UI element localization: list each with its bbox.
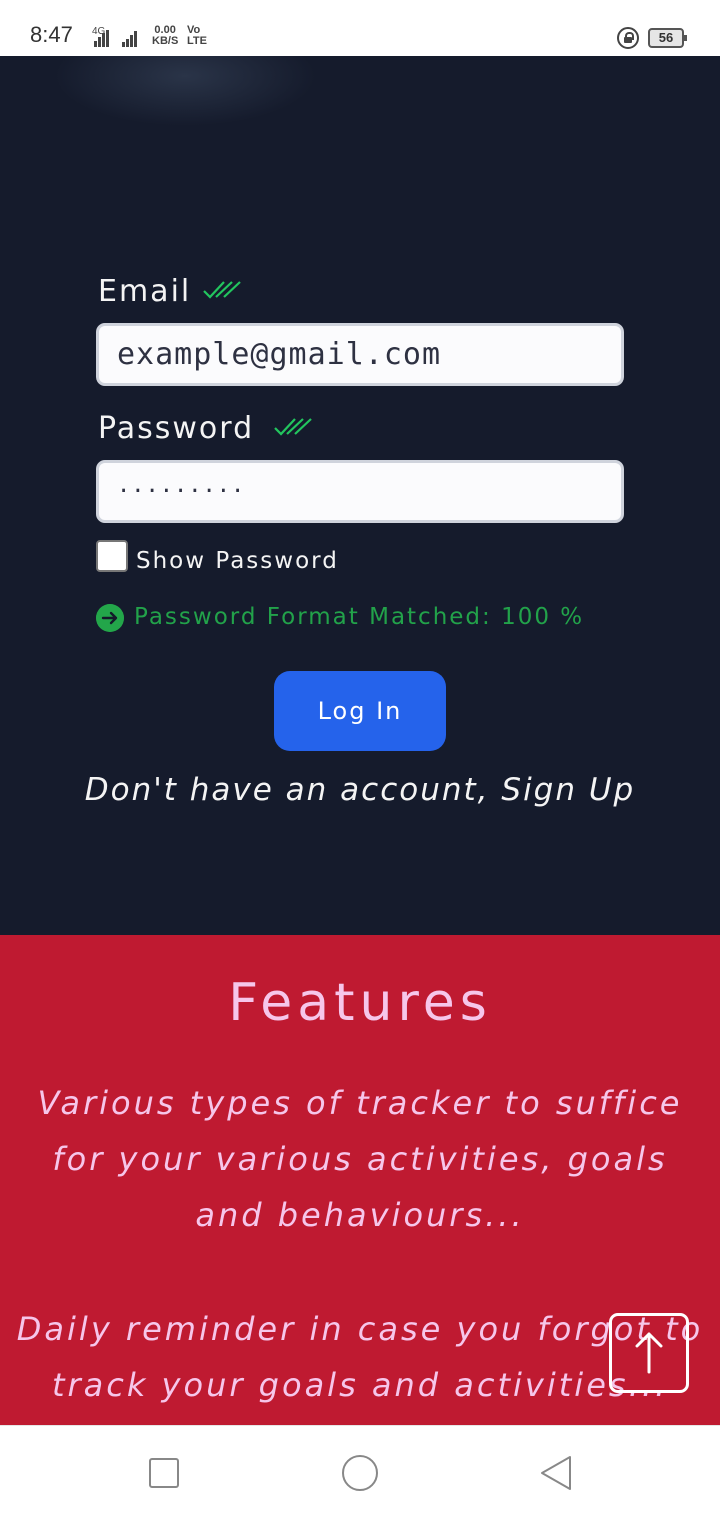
show-password-label[interactable]: Show Password [136,548,339,574]
arrow-up-icon [635,1332,663,1374]
scroll-to-top-button[interactable] [609,1313,689,1393]
volte-bottom: LTE [187,35,207,47]
feature-item-trackers: Various types of tracker to suffice for … [37,1084,683,1234]
password-valid-check-icon [274,418,312,436]
password-input[interactable]: ········· [96,460,624,523]
rotation-lock-icon [617,27,639,49]
features-title: Features [228,973,492,1033]
signal-icon [94,28,110,47]
data-speed: 0.00 KB/S [152,25,178,47]
email-label: Email [98,274,192,309]
battery-icon: 56 [648,28,687,48]
recent-apps-square-icon[interactable] [149,1458,179,1488]
back-triangle-icon[interactable] [538,1454,574,1492]
signal-icon-2 [122,28,138,47]
password-format-status: Password Format Matched: 100 % [134,604,585,630]
features-section: Features Various types of tracker to suf… [0,935,720,1425]
home-circle-icon[interactable] [342,1455,378,1491]
signup-link[interactable]: Don't have an account, Sign Up [0,772,720,808]
volte-indicator: Vo LTE [187,25,207,47]
password-label: Password [98,411,255,446]
login-section: Email example@gmail.com Password ·······… [0,56,720,935]
arrow-right-circle-icon [96,604,124,632]
show-password-checkbox[interactable] [96,540,128,572]
data-speed-unit: KB/S [152,35,179,47]
login-button[interactable]: Log In [274,671,446,751]
status-time: 8:47 [30,22,73,47]
email-valid-check-icon [203,281,241,299]
email-input[interactable]: example@gmail.com [96,323,624,386]
status-bar: 8:47 4G 0.00 KB/S Vo LTE 56 [0,0,720,56]
system-nav-bar [0,1425,720,1520]
